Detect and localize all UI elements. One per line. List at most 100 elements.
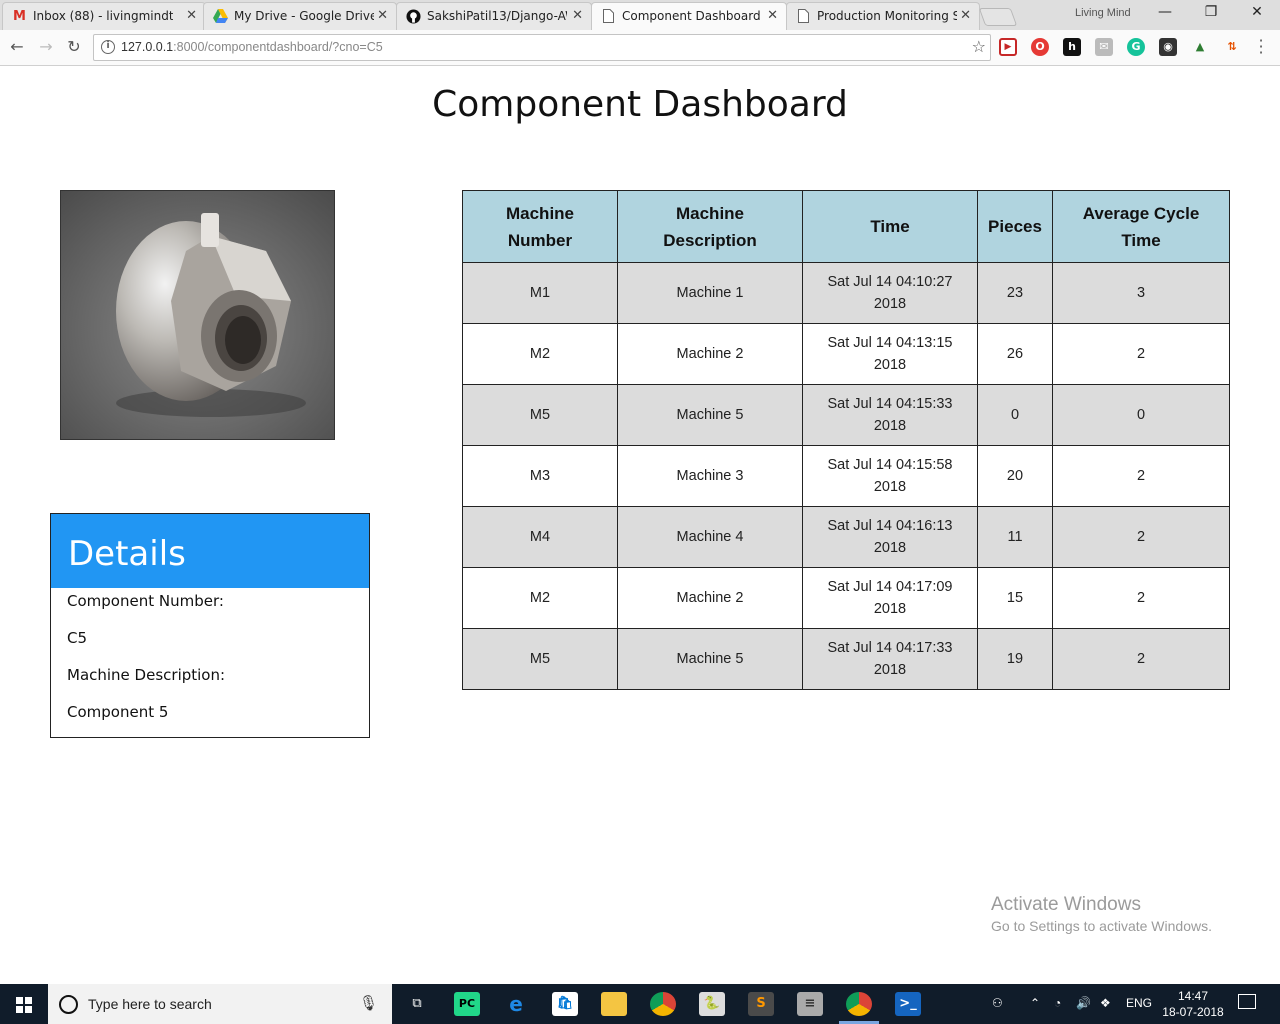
gmail-icon: M bbox=[13, 9, 26, 24]
grammarly-icon[interactable]: G bbox=[1127, 38, 1145, 56]
activate-windows-watermark: Activate Windows Go to Settings to activ… bbox=[991, 894, 1212, 934]
clock[interactable]: 14:47 18-07-2018 bbox=[1158, 988, 1228, 1020]
machine-table: Machine Number Machine Description Time … bbox=[462, 190, 1230, 690]
edge-icon[interactable]: e bbox=[503, 992, 529, 1016]
cell-pieces: 19 bbox=[977, 628, 1053, 690]
minimize-icon[interactable]: — bbox=[1150, 4, 1180, 20]
back-arrow-icon[interactable]: ← bbox=[6, 36, 28, 58]
table-row: M5 Machine 5 Sat Jul 14 04:15:33 2018 0 … bbox=[462, 384, 1230, 446]
language-indicator[interactable]: ENG bbox=[1126, 996, 1152, 1010]
arrow-extension-icon[interactable]: ⇅ bbox=[1223, 38, 1241, 56]
cell-time: Sat Jul 14 04:15:33 2018 bbox=[802, 384, 978, 446]
mail-extension-icon[interactable]: ✉ bbox=[1095, 38, 1113, 56]
table-row: M4 Machine 4 Sat Jul 14 04:16:13 2018 11… bbox=[462, 506, 1230, 568]
table-row: M2 Machine 2 Sat Jul 14 04:17:09 2018 15… bbox=[462, 567, 1230, 629]
header-machine-number: Machine Number bbox=[462, 190, 618, 263]
cell-machine-description: Machine 5 bbox=[617, 628, 803, 690]
tab-gmail[interactable]: M Inbox (88) - livingmindte ✕ bbox=[2, 2, 206, 30]
tab-title: Inbox (88) - livingmindte bbox=[33, 9, 173, 23]
cell-average-cycle-time: 2 bbox=[1052, 567, 1230, 629]
details-heading: Details bbox=[51, 514, 369, 588]
cell-machine-description: Machine 3 bbox=[617, 445, 803, 507]
close-icon[interactable]: ✕ bbox=[767, 3, 778, 29]
reload-icon[interactable]: ↻ bbox=[63, 36, 85, 58]
file-explorer-icon[interactable] bbox=[601, 992, 627, 1016]
opera-extension-icon[interactable]: O bbox=[1031, 38, 1049, 56]
incognito-extension-icon[interactable]: ◉ bbox=[1159, 38, 1177, 56]
cell-machine-number: M2 bbox=[462, 567, 618, 629]
people-icon[interactable]: ⚇ bbox=[992, 996, 1003, 1010]
database-icon[interactable]: ≡ bbox=[797, 992, 823, 1016]
close-icon[interactable]: ✕ bbox=[960, 3, 971, 29]
close-window-icon[interactable]: ✕ bbox=[1242, 4, 1272, 20]
cell-machine-number: M2 bbox=[462, 323, 618, 385]
watermark-line2: Go to Settings to activate Windows. bbox=[991, 918, 1212, 934]
pycharm-icon[interactable]: PC bbox=[454, 992, 480, 1016]
cell-machine-number: M4 bbox=[462, 506, 618, 568]
info-icon[interactable]: i bbox=[101, 40, 115, 54]
url-path: :8000/componentdashboard/?cno=C5 bbox=[173, 40, 383, 54]
cell-pieces: 20 bbox=[977, 445, 1053, 507]
url-text[interactable]: 127.0.0.1:8000/componentdashboard/?cno=C… bbox=[121, 40, 383, 54]
close-icon[interactable]: ✕ bbox=[572, 3, 583, 29]
github-icon bbox=[406, 9, 421, 24]
profile-name[interactable]: Living Mind bbox=[1075, 7, 1131, 19]
drive-extension-icon[interactable]: ▲ bbox=[1191, 38, 1209, 56]
chrome-icon[interactable] bbox=[650, 992, 676, 1016]
header-machine-description: Machine Description bbox=[617, 190, 803, 263]
tab-component-dashboard[interactable]: Component Dashboard ✕ bbox=[591, 2, 787, 31]
chrome-active-icon[interactable] bbox=[846, 992, 872, 1016]
address-bar[interactable]: i 127.0.0.1:8000/componentdashboard/?cno… bbox=[93, 34, 991, 61]
bookmark-star-icon[interactable]: ☆ bbox=[972, 37, 986, 56]
cell-machine-number: M5 bbox=[462, 628, 618, 690]
network-icon[interactable]: ◔ bbox=[1054, 996, 1061, 1010]
search-placeholder: Type here to search bbox=[88, 996, 212, 1012]
h-extension-icon[interactable]: h bbox=[1063, 38, 1081, 56]
component-number-label: Component Number: bbox=[67, 592, 224, 610]
cell-machine-description: Machine 2 bbox=[617, 323, 803, 385]
forward-arrow-icon[interactable]: → bbox=[35, 36, 57, 58]
action-center-icon[interactable] bbox=[1238, 994, 1256, 1009]
taskbar-search[interactable]: Type here to search 🎙 bbox=[48, 984, 392, 1024]
header-time: Time bbox=[802, 190, 978, 263]
task-view-icon[interactable]: ⧉ bbox=[404, 992, 430, 1016]
volume-icon[interactable]: 🔊 bbox=[1076, 996, 1091, 1010]
powershell-icon[interactable]: >_ bbox=[895, 992, 921, 1016]
python-file-icon[interactable]: 🐍 bbox=[699, 992, 725, 1016]
close-icon[interactable]: ✕ bbox=[186, 3, 197, 29]
chevron-up-icon[interactable]: ⌃ bbox=[1030, 996, 1040, 1010]
cell-time: Sat Jul 14 04:10:27 2018 bbox=[802, 262, 978, 324]
cell-time: Sat Jul 14 04:13:15 2018 bbox=[802, 323, 978, 385]
url-host: 127.0.0.1 bbox=[121, 40, 174, 54]
microphone-icon[interactable]: 🎙 bbox=[359, 994, 378, 1012]
header-average-cycle-time: Average Cycle Time bbox=[1052, 190, 1230, 263]
tab-github[interactable]: SakshiPatil13/Django-AW ✕ bbox=[396, 2, 592, 30]
tab-production-monitoring[interactable]: Production Monitoring Sy ✕ bbox=[786, 2, 980, 30]
restore-icon[interactable]: ❐ bbox=[1196, 4, 1226, 20]
cell-pieces: 26 bbox=[977, 323, 1053, 385]
start-button[interactable] bbox=[0, 984, 48, 1024]
tab-title: My Drive - Google Drive bbox=[234, 9, 374, 23]
cell-machine-number: M1 bbox=[462, 262, 618, 324]
tab-title: Production Monitoring Sy bbox=[817, 9, 957, 23]
cell-average-cycle-time: 2 bbox=[1052, 445, 1230, 507]
cell-average-cycle-time: 2 bbox=[1052, 323, 1230, 385]
cell-machine-description: Machine 4 bbox=[617, 506, 803, 568]
cell-pieces: 23 bbox=[977, 262, 1053, 324]
component-number-value: C5 bbox=[67, 629, 88, 647]
dropbox-icon[interactable]: ❖ bbox=[1100, 996, 1111, 1010]
close-icon[interactable]: ✕ bbox=[377, 3, 388, 29]
cell-time: Sat Jul 14 04:16:13 2018 bbox=[802, 506, 978, 568]
cell-pieces: 11 bbox=[977, 506, 1053, 568]
component-illustration bbox=[61, 191, 334, 439]
tab-title: SakshiPatil13/Django-AW bbox=[427, 9, 567, 23]
menu-dots-icon[interactable]: · · · bbox=[1256, 33, 1266, 61]
cell-machine-description: Machine 1 bbox=[617, 262, 803, 324]
new-tab-button[interactable] bbox=[978, 8, 1018, 26]
tab-drive[interactable]: My Drive - Google Drive ✕ bbox=[203, 2, 397, 30]
store-icon[interactable]: 🛍 bbox=[552, 992, 578, 1016]
sublime-icon[interactable]: S bbox=[748, 992, 774, 1016]
cell-time: Sat Jul 14 04:17:09 2018 bbox=[802, 567, 978, 629]
taskbar: Type here to search 🎙 ⧉ PC e 🛍 🐍 S ≡ >_ … bbox=[0, 984, 1280, 1024]
extension-icon[interactable]: ▶ bbox=[999, 38, 1017, 56]
